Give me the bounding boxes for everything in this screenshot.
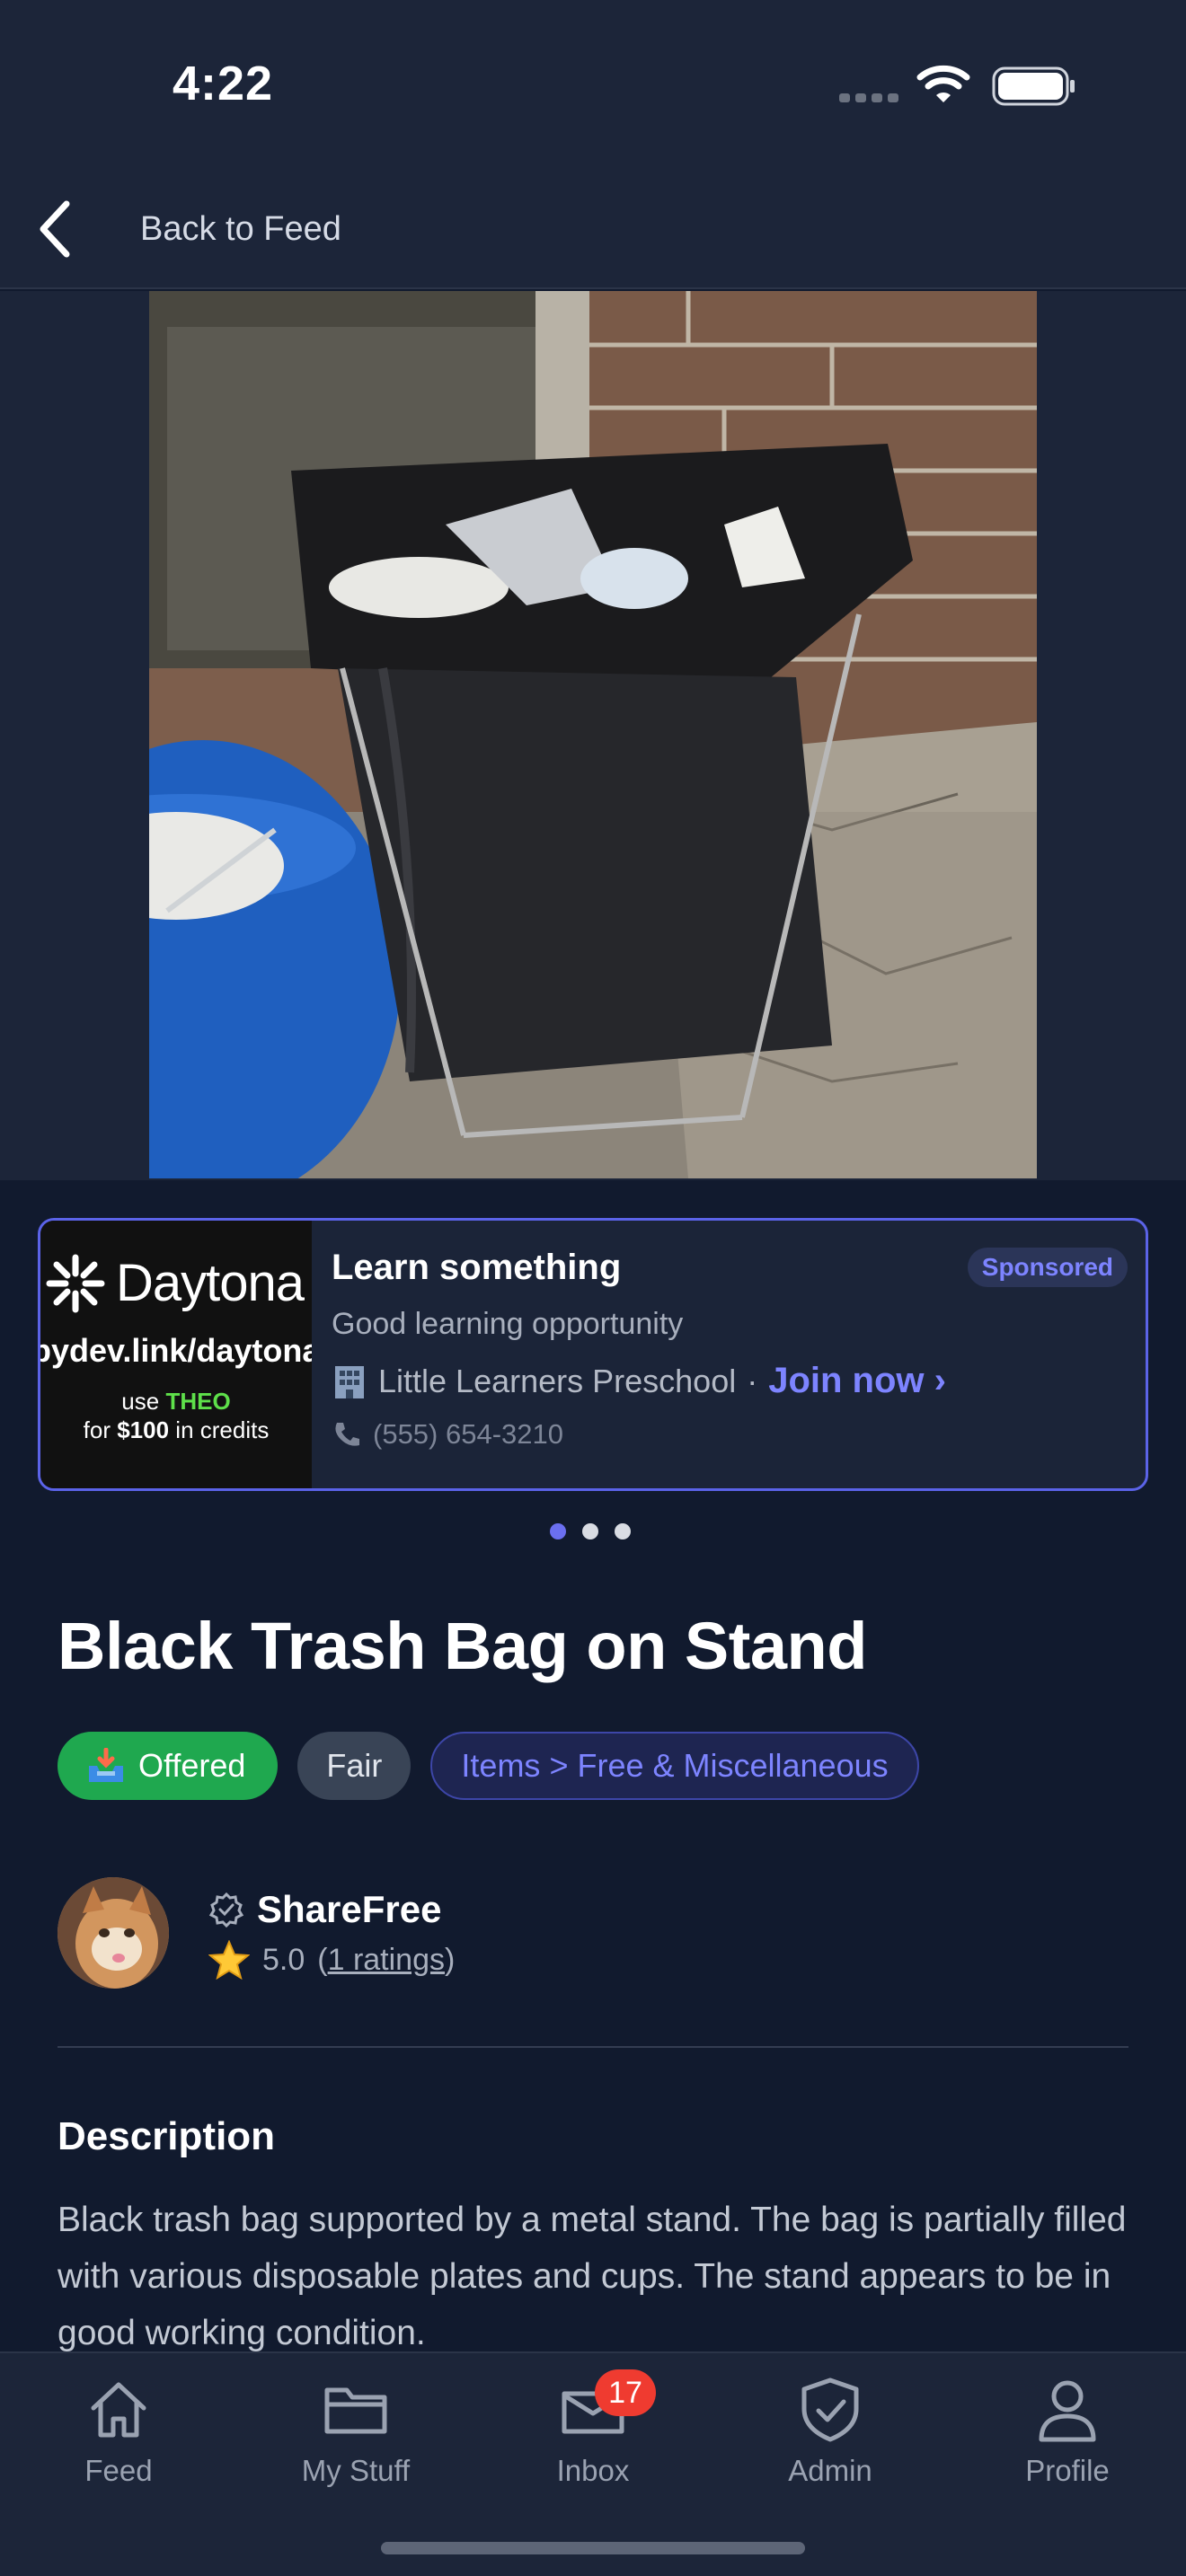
description-heading: Description: [58, 2114, 276, 2158]
photo-carousel[interactable]: [0, 291, 1186, 1180]
tab-inbox[interactable]: 17 Inbox: [494, 2369, 692, 2506]
status-time: 4:22: [173, 57, 274, 110]
folder-icon: [322, 2371, 390, 2448]
status-tag-offered: Offered: [58, 1732, 279, 1800]
ad-brand-name: Daytona: [116, 1254, 305, 1312]
ad-promo-amount: for $100 in credits: [83, 1416, 270, 1443]
tab-label: Admin: [788, 2454, 872, 2487]
inbox-icon: 17: [559, 2369, 656, 2448]
tab-label: Inbox: [556, 2454, 630, 2487]
inbox-badge: 17: [595, 2369, 656, 2416]
inbox-tray-icon: [89, 1748, 123, 1782]
ad-link-text: bydev.link/daytona: [40, 1332, 312, 1369]
ad-thumbnail: Daytona bydev.link/daytona use THEO for …: [40, 1221, 312, 1488]
owner-rating: 5.0 (1 ratings): [208, 1940, 455, 1980]
sponsored-badge: Sponsored: [967, 1248, 1128, 1287]
battery-icon: [992, 66, 1075, 106]
tab-my-stuff[interactable]: My Stuff: [257, 2371, 455, 2506]
owner-row[interactable]: ShareFree 5.0 (1 ratings): [58, 1877, 1128, 1990]
verified-badge-icon: [208, 1892, 244, 1928]
star-icon: [208, 1940, 250, 1980]
carousel-dot[interactable]: [582, 1523, 598, 1539]
item-tags: Offered Fair Items > Free & Miscellaneou…: [58, 1732, 919, 1800]
ad-title: Learn something: [332, 1248, 622, 1287]
back-to-feed-button[interactable]: Back to Feed: [27, 196, 404, 262]
tab-feed[interactable]: Feed: [20, 2371, 217, 2506]
carousel-dot[interactable]: [550, 1523, 566, 1539]
top-bar: 4:22 Back to Feed: [0, 0, 1186, 289]
wifi-icon: [916, 65, 970, 102]
home-icon: [86, 2371, 151, 2448]
home-indicator: [381, 2542, 805, 2554]
carousel-dots[interactable]: [550, 1523, 631, 1539]
tab-profile[interactable]: Profile: [969, 2371, 1166, 2506]
item-title: Black Trash Bag on Stand: [58, 1609, 867, 1683]
ad-phone-number: (555) 654-3210: [373, 1418, 563, 1450]
cellular-signal-icon: [839, 93, 898, 102]
tab-label: Profile: [1025, 2454, 1110, 2487]
item-photo[interactable]: [149, 291, 1037, 1178]
ad-subtitle: Good learning opportunity: [332, 1307, 684, 1341]
divider: [58, 2046, 1128, 2048]
ad-brand: Daytona: [46, 1253, 305, 1313]
chevron-left-icon: [27, 196, 81, 262]
ad-promo-code: use THEO: [121, 1388, 231, 1415]
category-tag[interactable]: Items > Free & Miscellaneous: [430, 1732, 919, 1800]
tab-label: My Stuff: [301, 2454, 411, 2487]
status-tag-label: Offered: [138, 1747, 246, 1784]
daytona-logo-icon: [46, 1254, 105, 1312]
condition-tag: Fair: [297, 1732, 412, 1800]
avatar[interactable]: [58, 1877, 169, 1989]
ad-organization: Little Learners Preschool · Join now ›: [332, 1361, 946, 1401]
shield-check-icon: [799, 2371, 862, 2448]
tab-label: Feed: [84, 2454, 153, 2487]
phone-icon: [335, 1423, 359, 1446]
person-icon: [1036, 2371, 1099, 2448]
join-now-link[interactable]: Join now ›: [768, 1361, 946, 1401]
ad-separator: ·: [747, 1362, 758, 1399]
ratings-link[interactable]: 1 ratings: [328, 1943, 445, 1977]
ad-org-name: Little Learners Preschool: [378, 1362, 737, 1399]
back-label: Back to Feed: [140, 209, 341, 248]
sponsored-ad-card[interactable]: Daytona bydev.link/daytona use THEO for …: [38, 1218, 1148, 1491]
tab-bar: Feed My Stuff 17 Inbox Admin Profile: [0, 2351, 1186, 2576]
rating-value: 5.0: [262, 1942, 305, 1977]
owner-name: ShareFree: [208, 1888, 441, 1931]
description-text: Black trash bag supported by a metal sta…: [58, 2201, 1127, 2352]
ad-phone[interactable]: (555) 654-3210: [332, 1418, 563, 1451]
ratings-count: (1 ratings): [317, 1942, 456, 1977]
owner-name-label: ShareFree: [257, 1888, 442, 1930]
tab-admin[interactable]: Admin: [731, 2371, 929, 2506]
building-icon: [335, 1365, 364, 1398]
carousel-dot[interactable]: [615, 1523, 631, 1539]
